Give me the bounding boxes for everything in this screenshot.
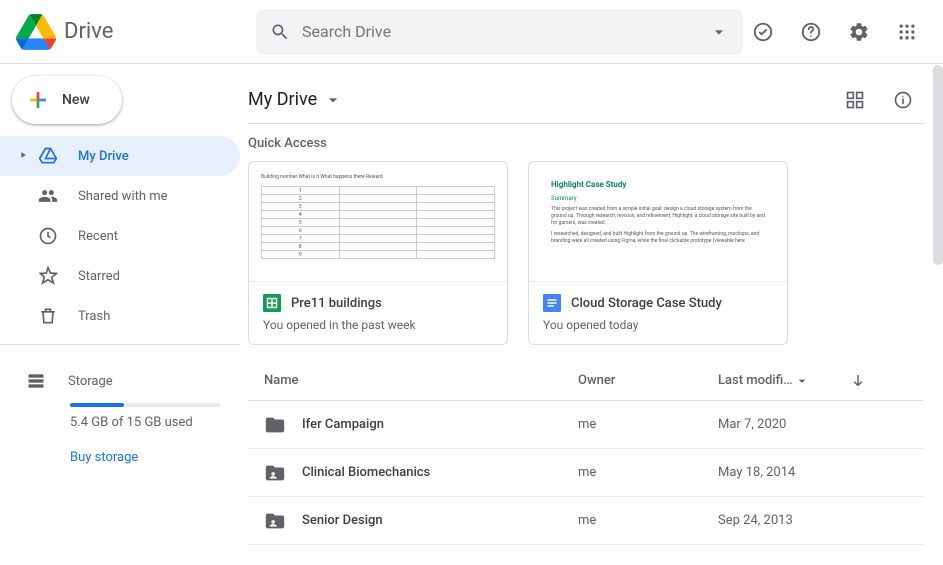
col-name[interactable]: Name xyxy=(248,373,578,388)
file-modified: Sep 24, 2013 xyxy=(718,513,838,528)
grid-view-icon[interactable] xyxy=(835,80,875,120)
divider xyxy=(0,344,240,345)
nav-label: Recent xyxy=(78,229,118,244)
nav-label: Shared with me xyxy=(78,189,168,204)
logo-block[interactable]: Drive xyxy=(16,12,256,52)
file-owner: me xyxy=(578,465,718,480)
shared-folder-icon xyxy=(264,462,286,484)
storage-icon xyxy=(26,371,50,391)
col-owner[interactable]: Owner xyxy=(578,373,718,388)
file-owner: me xyxy=(578,513,718,528)
sidebar-item-shared[interactable]: Shared with me xyxy=(0,176,240,216)
file-owner: me xyxy=(578,417,718,432)
col-modified[interactable]: Last modifi… xyxy=(718,373,838,389)
shared-folder-icon xyxy=(264,510,286,532)
search-bar[interactable] xyxy=(256,9,743,55)
nav-label: Starred xyxy=(78,269,120,284)
search-icon xyxy=(270,22,290,42)
scrollbar[interactable] xyxy=(933,65,943,265)
sheets-icon xyxy=(263,294,281,312)
sidebar-item-storage[interactable]: Storage xyxy=(26,361,240,401)
clock-icon xyxy=(36,226,60,246)
file-name: Senior Design xyxy=(302,513,383,528)
sidebar: New My Drive Shared with me Recent Starr… xyxy=(0,64,240,565)
dropdown-icon[interactable] xyxy=(709,22,729,42)
app-name: Drive xyxy=(64,19,113,44)
buy-storage-link[interactable]: Buy storage xyxy=(70,450,240,465)
star-icon xyxy=(36,266,60,286)
quick-access-title: Quick Access xyxy=(248,136,923,151)
table-header: Name Owner Last modifi… xyxy=(248,361,923,401)
sidebar-item-recent[interactable]: Recent xyxy=(0,216,240,256)
file-subtitle: You opened in the past week xyxy=(263,318,493,332)
nav-label: Trash xyxy=(78,309,110,324)
storage-progress xyxy=(70,403,220,407)
docs-icon xyxy=(543,294,561,312)
drive-icon xyxy=(36,146,60,166)
storage-label: Storage xyxy=(68,374,113,389)
expand-icon xyxy=(18,149,30,164)
breadcrumb[interactable]: My Drive xyxy=(248,89,343,110)
file-name: Ifer Campaign xyxy=(302,417,384,432)
file-subtitle: You opened today xyxy=(543,318,773,332)
dropdown-icon xyxy=(323,90,343,110)
new-button[interactable]: New xyxy=(12,76,122,124)
storage-text: 5.4 GB of 15 GB used xyxy=(70,415,240,430)
file-row[interactable]: Clinical Biomechanics me May 18, 2014 xyxy=(248,449,923,497)
info-icon[interactable] xyxy=(883,80,923,120)
new-label: New xyxy=(62,92,90,108)
sidebar-item-my-drive[interactable]: My Drive xyxy=(0,136,240,176)
file-preview: Highlight Case Study Summary This projec… xyxy=(529,162,787,282)
folder-icon xyxy=(264,414,286,436)
plus-icon xyxy=(26,88,50,112)
quick-access-card[interactable]: Highlight Case Study Summary This projec… xyxy=(528,161,788,345)
file-row[interactable]: Senior Design me Sep 24, 2013 xyxy=(248,497,923,545)
quick-access-row: Building number What is it What happens … xyxy=(248,161,923,345)
apps-icon[interactable] xyxy=(887,12,927,52)
file-name: Clinical Biomechanics xyxy=(302,465,430,480)
header-actions xyxy=(743,12,935,52)
file-name: Pre11 buildings xyxy=(291,296,382,311)
file-row[interactable]: Ifer Campaign me Mar 7, 2020 xyxy=(248,401,923,449)
breadcrumb-label: My Drive xyxy=(248,89,317,110)
sidebar-item-trash[interactable]: Trash xyxy=(0,296,240,336)
app-header: Drive xyxy=(0,0,943,64)
ready-offline-icon[interactable] xyxy=(743,12,783,52)
sidebar-item-starred[interactable]: Starred xyxy=(0,256,240,296)
people-icon xyxy=(36,186,60,206)
breadcrumb-row: My Drive xyxy=(248,76,923,124)
search-input[interactable] xyxy=(302,22,709,41)
file-preview: Building number What is it What happens … xyxy=(249,162,507,282)
help-icon[interactable] xyxy=(791,12,831,52)
drive-logo-icon xyxy=(16,12,56,52)
file-modified: Mar 7, 2020 xyxy=(718,417,838,432)
file-name: Cloud Storage Case Study xyxy=(571,296,722,311)
settings-icon[interactable] xyxy=(839,12,879,52)
quick-access-card[interactable]: Building number What is it What happens … xyxy=(248,161,508,345)
nav-label: My Drive xyxy=(78,149,129,164)
main-content: My Drive Quick Access Building number Wh… xyxy=(240,64,943,565)
file-modified: May 18, 2014 xyxy=(718,465,838,480)
trash-icon xyxy=(36,306,60,326)
sort-arrow-icon[interactable] xyxy=(838,372,878,390)
